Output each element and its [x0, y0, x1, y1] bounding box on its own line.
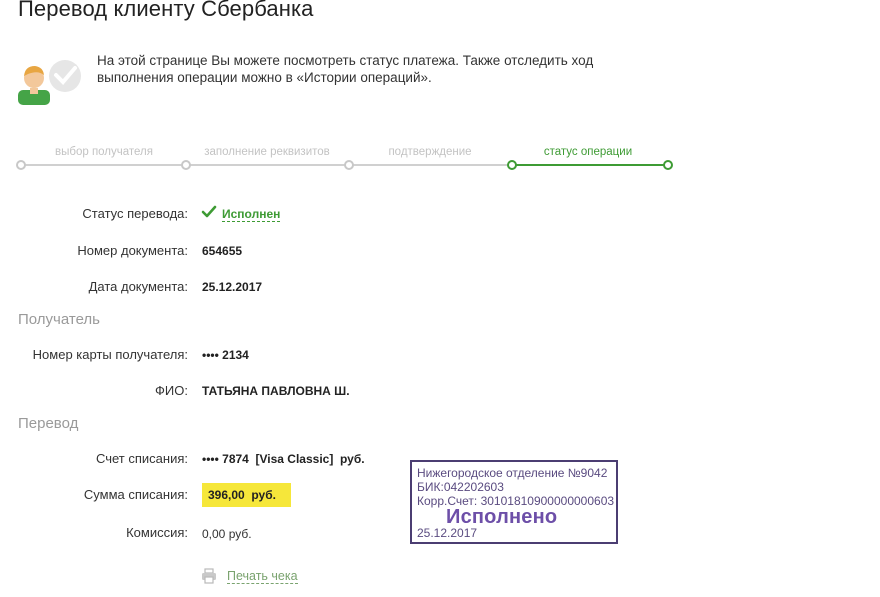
step-dot-2: [181, 160, 191, 170]
user-with-check-icon: [16, 58, 84, 106]
name-label: ФИО:: [155, 383, 188, 398]
account-value: •••• 7874 [Visa Classic] руб.: [202, 452, 365, 466]
doc-number-label: Номер документа:: [77, 243, 188, 258]
transfer-section-title: Перевод: [18, 415, 79, 432]
step-dot-1: [16, 160, 26, 170]
stamp-bik: БИК:042202603: [417, 480, 504, 494]
card-value: •••• 2134: [202, 348, 249, 362]
check-icon: [201, 205, 217, 219]
stepper-line-inactive: [20, 164, 511, 166]
commission-value: 0,00 руб.: [202, 527, 252, 541]
step-label-details: заполнение реквизитов: [204, 146, 330, 158]
bank-stamp: Нижегородское отделение №9042 БИК:042202…: [410, 460, 618, 544]
doc-date-label: Дата документа:: [88, 279, 188, 294]
progress-stepper: выбор получателя заполнение реквизитов п…: [16, 140, 676, 174]
amount-label: Сумма списания:: [83, 487, 188, 502]
step-label-confirmation: подтверждение: [388, 146, 472, 158]
name-value: ТАТЬЯНА ПАВЛОВНА Ш.: [202, 384, 350, 398]
amount-value: 396,00 руб.: [208, 488, 276, 502]
step-dot-3: [344, 160, 354, 170]
intro-text: На этой странице Вы можете посмотреть ст…: [97, 52, 657, 86]
card-label: Номер карты получателя:: [32, 347, 188, 362]
step-label-recipient: выбор получателя: [54, 146, 154, 158]
recipient-section-title: Получатель: [18, 311, 100, 328]
page-title: Перевод клиенту Сбербанка: [18, 0, 314, 21]
stepper-line-active: [511, 164, 667, 166]
print-receipt-link[interactable]: Печать чека: [227, 569, 298, 584]
step-dot-4: [507, 160, 517, 170]
stamp-branch: Нижегородское отделение №9042: [417, 466, 608, 480]
step-label-status: статус операции: [543, 146, 633, 158]
account-label: Счет списания:: [95, 451, 188, 466]
intro-line-2: выполнения операции можно в «Истории опе…: [97, 70, 432, 85]
intro-line-1: На этой странице Вы можете посмотреть ст…: [97, 53, 594, 68]
step-dot-5: [663, 160, 673, 170]
commission-label: Комиссия:: [126, 525, 188, 540]
doc-number-value: 654655: [202, 244, 243, 258]
stamp-date: 25.12.2017: [417, 526, 478, 540]
printer-icon[interactable]: [201, 568, 217, 584]
status-label: Статус перевода:: [82, 206, 188, 221]
status-value[interactable]: Исполнен: [222, 207, 281, 222]
doc-date-value: 25.12.2017: [202, 280, 263, 294]
